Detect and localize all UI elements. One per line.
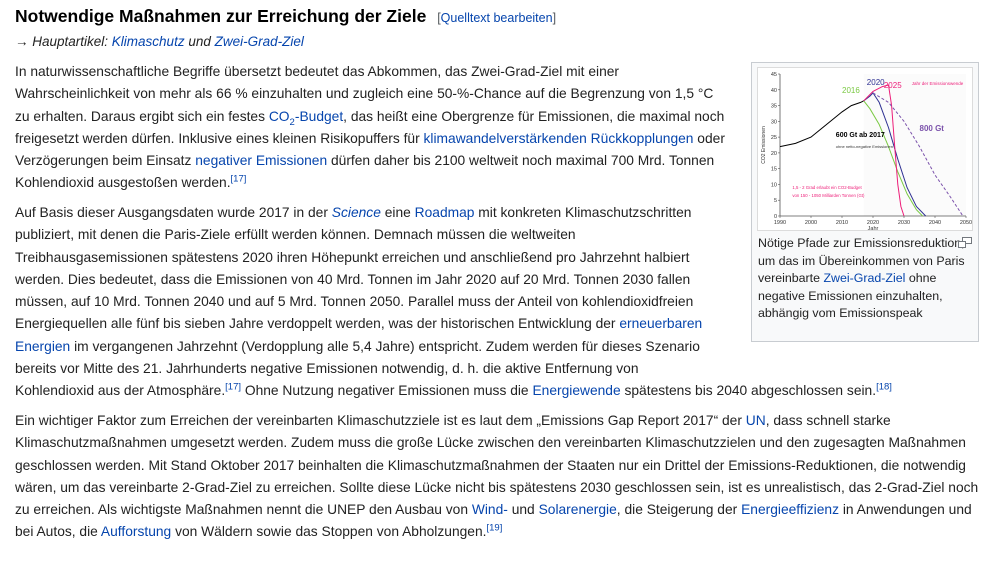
y-tick-label: 15 (771, 167, 777, 173)
link-rueckkopplungen[interactable]: klimawandelverstärkenden Rückkopplungen (424, 131, 694, 146)
x-axis-label: Jahr (868, 226, 879, 230)
link-negative-emissionen[interactable]: negativer Emissionen (195, 153, 327, 168)
x-tick-label: 2010 (836, 220, 848, 226)
label-2016: 2016 (842, 86, 860, 95)
x-tick-label: 2030 (898, 220, 910, 226)
paragraph-1: In naturwissenschaftliche Begriffe übers… (15, 64, 725, 191)
label-2020: 2020 (867, 78, 885, 87)
section-heading: Notwendige Maßnahmen zur Erreichung der … (15, 6, 980, 27)
edit-section: [Quelltext bearbeiten] (437, 11, 557, 25)
ref-17b[interactable]: [17] (225, 381, 241, 392)
paragraph-3: Ein wichtiger Faktor zum Erreichen der v… (15, 413, 979, 540)
budget-800-label: 800 Gt (920, 124, 945, 133)
link-klimaschutz[interactable]: Klimaschutz (112, 34, 185, 49)
enlarge-icon[interactable] (958, 235, 972, 248)
link-roadmap[interactable]: Roadmap (415, 205, 475, 220)
y-tick-label: 5 (774, 198, 777, 204)
y-tick-label: 20 (771, 151, 777, 157)
emissions-chart: 1990 2000 2010 2020 2030 2040 2050051015202530… (761, 72, 972, 232)
x-tick-label: 2040 (929, 220, 941, 226)
link-energiewende[interactable]: Energiewende (532, 383, 620, 398)
y-tick-label: 0 (774, 214, 777, 220)
link-zwei-grad-ziel[interactable]: Zwei-Grad-Ziel (215, 34, 304, 49)
link-co2-budget[interactable]: CO2-Budget (269, 109, 343, 127)
figure-caption: Nötige Pfade zur Emissionsreduktion, um … (758, 236, 965, 321)
edit-source-link[interactable]: Quelltext bearbeiten (441, 11, 553, 25)
section-title: Notwendige Maßnahmen zur Erreichung der … (15, 6, 427, 26)
link-energieeffizienz[interactable]: Energieeffizienz (741, 502, 839, 517)
y-axis-label: CO2 Emissionen (761, 126, 767, 164)
label-2025: 2025 (884, 81, 902, 90)
y-tick-label: 30 (771, 119, 777, 125)
ref-18[interactable]: [18] (876, 381, 892, 392)
y-tick-label: 25 (771, 135, 777, 141)
caption-link-zwei-grad-ziel[interactable]: Zwei-Grad-Ziel (823, 271, 905, 285)
link-wind[interactable]: Wind- (472, 502, 508, 517)
x-tick-label: 1990 (774, 220, 786, 226)
range-note-2: von 150 - 1050 Milliarden Tonnen (Gt) (792, 193, 865, 198)
y-tick-label: 45 (771, 72, 777, 78)
x-tick-label: 2000 (805, 220, 817, 226)
x-tick-label: 2050 (960, 220, 972, 226)
y-tick-label: 40 (771, 88, 777, 94)
chart-image[interactable]: 1990 2000 2010 2020 2030 2040 2050 0 5 10 15 20 25 30… (757, 67, 973, 232)
history-line (779, 100, 864, 148)
link-aufforstung[interactable]: Aufforstung (101, 524, 171, 539)
y-tick-label: 35 (771, 104, 777, 110)
ref-19[interactable]: [19] (486, 523, 502, 534)
peak-note: Jahr der Emissionswende (912, 81, 964, 86)
link-solarenergie[interactable]: Solarenergie (539, 502, 617, 517)
ref-17[interactable]: [17] (231, 174, 247, 185)
y-tick-label: 10 (771, 182, 777, 188)
budget-600-label: 600 Gt ab 2017 (836, 132, 885, 139)
paragraph-2-end: Kohlendioxid aus der Atmosphäre.[17] Ohn… (15, 381, 892, 398)
range-note-1: 1,5 - 2 Grad erlaubt ein CO2-Budget (792, 185, 862, 190)
budget-600-sub: ohne netto-negative Emissionen (836, 144, 893, 149)
hatnote: → Hauptartikel: Klimaschutz und Zwei-Gra… (15, 34, 304, 49)
paragraph-2: Auf Basis dieser Ausgangsdaten wurde 201… (15, 205, 703, 377)
link-un[interactable]: UN (746, 413, 766, 428)
figure-thumbnail: 1990 2000 2010 2020 2030 2040 2050 0 5 10 15 20 25 30… (751, 62, 979, 342)
link-science[interactable]: Science (332, 205, 381, 220)
